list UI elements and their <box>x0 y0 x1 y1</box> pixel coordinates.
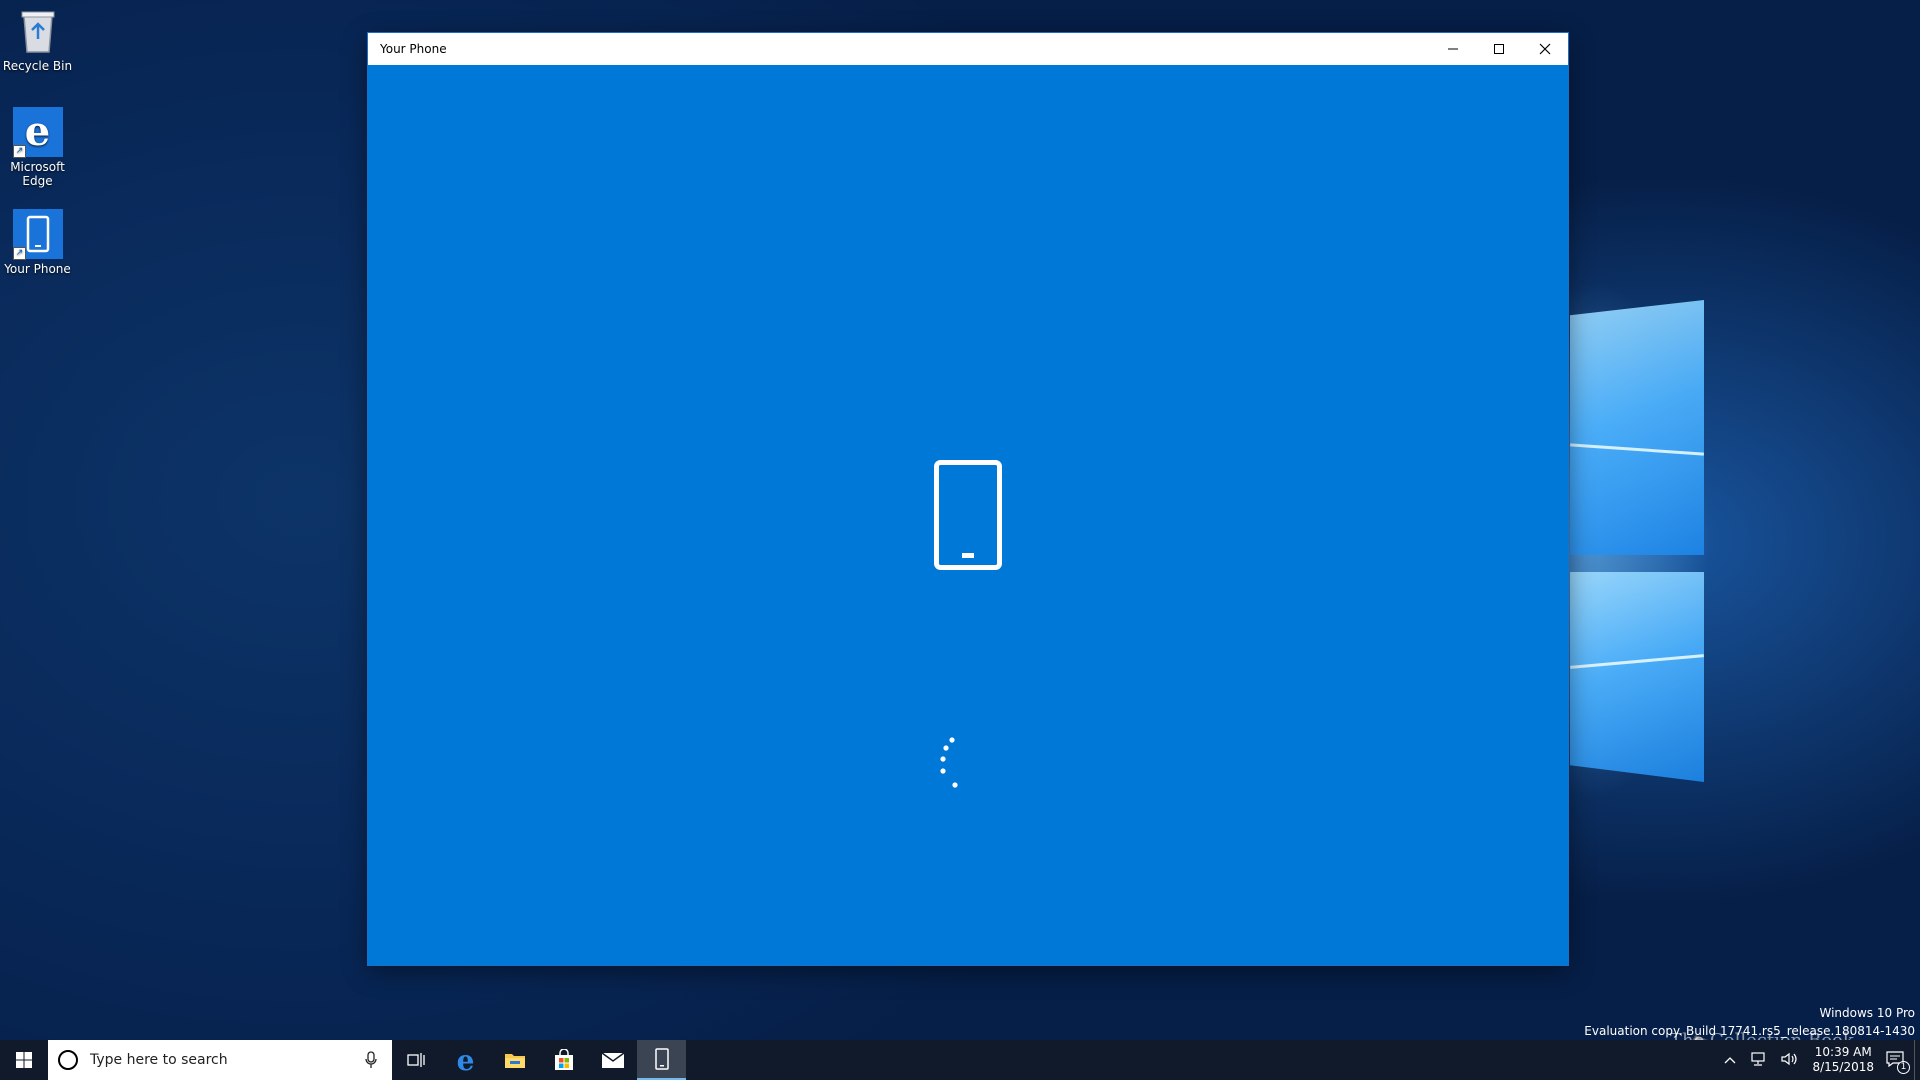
system-tray: 10:39 AM 8/15/2018 1 <box>1716 1040 1920 1080</box>
your-phone-icon <box>654 1048 669 1070</box>
your-phone-window: Your Phone <box>368 33 1568 965</box>
shortcut-arrow-icon: ↗ <box>13 145 26 158</box>
shortcut-arrow-icon: ↗ <box>13 247 26 260</box>
mail-icon <box>601 1052 624 1068</box>
window-title: Your Phone <box>380 42 447 56</box>
desktop-icon-label: Recycle Bin <box>2 59 73 73</box>
cortana-icon <box>58 1050 78 1070</box>
minimize-button[interactable] <box>1430 33 1476 65</box>
taskbar-search-box[interactable]: Type here to search <box>48 1040 392 1080</box>
microphone-icon[interactable] <box>364 1051 378 1069</box>
clock-time: 10:39 AM <box>1814 1045 1872 1059</box>
maximize-button[interactable] <box>1476 33 1522 65</box>
taskbar-file-explorer-button[interactable] <box>490 1040 539 1080</box>
clock-date: 8/15/2018 <box>1812 1060 1874 1074</box>
recycle-bin-icon <box>13 6 63 56</box>
app-content <box>368 65 1568 965</box>
show-desktop-button[interactable] <box>1914 1040 1920 1080</box>
edition-watermark: Windows 10 Pro <box>1819 1006 1915 1020</box>
desktop-icon-recycle-bin[interactable]: Recycle Bin <box>0 6 75 73</box>
close-button[interactable] <box>1522 33 1568 65</box>
edge-icon: e <box>456 1043 475 1077</box>
network-icon[interactable] <box>1750 1051 1768 1069</box>
phone-icon <box>934 460 1002 570</box>
search-placeholder: Type here to search <box>90 1052 228 1068</box>
windows-logo-icon <box>16 1052 32 1068</box>
task-view-button[interactable] <box>392 1040 441 1080</box>
taskbar-your-phone-button[interactable] <box>637 1040 686 1080</box>
taskbar-edge-button[interactable]: e <box>441 1040 490 1080</box>
close-icon <box>1539 43 1551 55</box>
folder-icon <box>504 1054 525 1068</box>
taskbar: Type here to search e 10:39 AM 8/15/2018… <box>0 1040 1920 1080</box>
desktop-icon-microsoft-edge[interactable]: e ↗ Microsoft Edge <box>0 107 75 188</box>
store-bag-icon <box>554 1049 573 1070</box>
taskbar-store-button[interactable] <box>539 1040 588 1080</box>
clock[interactable]: 10:39 AM 8/15/2018 <box>1812 1045 1874 1075</box>
wallpaper-window-pane-bottom <box>1570 572 1704 782</box>
title-bar[interactable]: Your Phone <box>368 33 1568 65</box>
maximize-icon <box>1494 44 1504 54</box>
desktop-icon-label: Your Phone <box>4 262 71 276</box>
action-center-button[interactable]: 1 <box>1886 1050 1910 1074</box>
wallpaper-window-pane-top <box>1570 300 1704 555</box>
desktop-icon-your-phone[interactable]: ↗ Your Phone <box>0 209 75 276</box>
start-button[interactable] <box>0 1040 48 1080</box>
desktop-icon-label: Microsoft Edge <box>10 160 65 188</box>
chevron-up-icon[interactable] <box>1724 1053 1736 1067</box>
volume-icon[interactable] <box>1780 1052 1798 1069</box>
loading-spinner-icon <box>940 737 958 788</box>
task-view-icon <box>406 1053 425 1067</box>
notification-count-badge: 1 <box>1897 1060 1910 1074</box>
minimize-icon <box>1448 48 1458 50</box>
taskbar-mail-button[interactable] <box>588 1040 637 1080</box>
